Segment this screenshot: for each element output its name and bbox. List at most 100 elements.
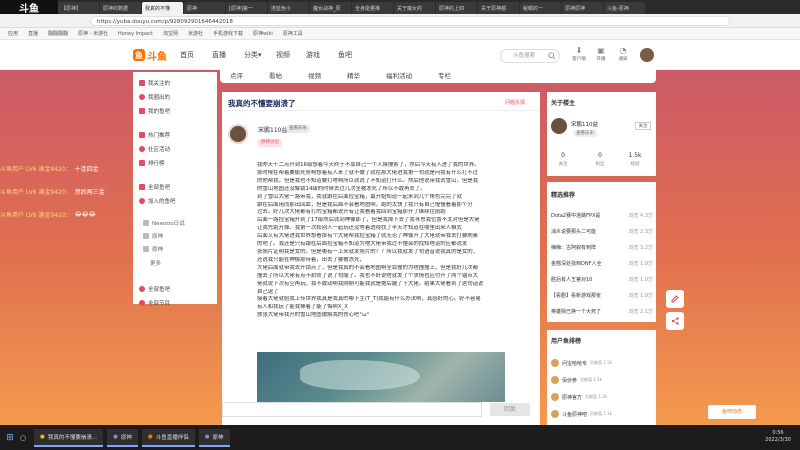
post-paragraph: 后面又有大佬进我世界想看那有个大佬帮我捡宝箱了就无论了神像开了大佬就带我去打要刷… [257,233,479,240]
user-rank-item[interactable]: 斗鱼原神吧 贡献值 1.1k [551,409,653,419]
search-taskbar-icon[interactable]: ○ [20,434,34,442]
share-button[interactable] [666,312,684,330]
danmu-comment: 斗鱼用户 LV6 满金9420： 😂😂😂 [0,210,96,219]
browser-tab[interactable]: 魔女战神_原 [310,2,351,14]
recommend-item[interactable]: 英雄除已换一个大死了 浏览 2.1万 [551,308,653,318]
site-header [0,40,800,70]
author-name[interactable]: 宋鹏110益 [258,125,287,134]
browser-tab[interactable]: [原神]第一 [226,2,267,14]
sidebar-item-joined[interactable]: 加入的鱼吧 [139,196,214,206]
bookmark-item[interactable]: 直播 [28,30,38,37]
bookmark-item[interactable]: 手机游戏下载 [213,30,243,37]
yuba-notice-button[interactable]: 鱼吧动态 [708,405,756,419]
browser-tab[interactable]: 我真的不懂 [142,2,183,14]
nav-category[interactable]: 分类▾ [244,48,262,62]
browser-tab[interactable]: 【原神】 [58,2,99,14]
browser-tab[interactable]: 关于原神都 [478,2,519,14]
taskbar-app[interactable]: ● 斗鱼直播伴侣 [141,428,195,447]
bookmark-item[interactable]: 应用 [8,30,18,37]
tab-column[interactable]: 专栏 [438,70,451,80]
site-logo[interactable]: 鱼斗鱼 [133,46,169,64]
nav-home[interactable]: 首页 [180,48,194,62]
bookmark-item[interactable]: 翻翻翻翻 [48,30,68,37]
user-avatar[interactable] [640,48,654,62]
moderator-avatar[interactable] [551,118,567,134]
user-rank-item[interactable]: 问宝哈哈专 贡献值 1.5k [551,358,653,368]
browser-tab[interactable]: 斗鱼-原神 [604,2,645,14]
tab-posts[interactable]: 看帖 [269,70,282,80]
recommend-item[interactable]: 胜后有人王第对10 浏览 1.0万 [551,276,653,286]
nav-live[interactable]: 直播 [212,48,226,62]
bookmark-item[interactable]: 原神wiki [253,30,273,37]
browser-tab[interactable]: 秘眼的一 [520,2,561,14]
bookmark-item[interactable]: 原神 - 米游社 [78,30,108,37]
system-clock[interactable]: 0:56 2022/3/30 [760,430,796,444]
browser-tab[interactable]: 关于魔女的 [394,2,435,14]
nav-game[interactable]: 游戏 [306,48,320,62]
browser-tab[interactable]: 原神原神 [562,2,603,14]
sidebar-item-programs[interactable]: 全部节目 [139,298,214,308]
list-icon [139,286,145,292]
client-download-button[interactable]: ⬇ 客户端 [568,46,590,66]
report-link[interactable]: 问题反馈 [505,99,525,106]
author-avatar[interactable] [228,124,248,144]
sidebar-item-hot[interactable]: 热门推荐 [139,130,214,140]
bookmark-item[interactable]: 淘宝网 [163,30,178,37]
browser-tab[interactable]: 原神 [184,2,225,14]
sidebar-subitem-newzoo[interactable]: Newzoo日试 [143,218,218,228]
search-icon[interactable] [548,52,556,60]
reply-button[interactable]: 回复 [490,403,530,416]
nav-video[interactable]: 视频 [276,48,290,62]
app-icon: ● [113,433,118,440]
dot-icon [143,220,149,226]
browser-tab[interactable]: 原神的数据 [100,2,141,14]
tab-welfare[interactable]: 福利活动 [386,70,412,80]
post-paragraph: 张照片证明我是女的。但是哪有一上来就发照片的？？所以我就发了句语音说我真的是女的… [257,248,479,255]
sidebar-item-ranking[interactable]: 排行榜 [139,158,214,168]
recommend-item[interactable]: Dota2赛中连跳FPX是 浏览 4.3万 [551,212,653,222]
taskbar-app[interactable]: ● 原神 [198,428,230,447]
browser-tab[interactable]: 全身能量推 [352,2,393,14]
recommend-item[interactable]: 金翘深处找到DNF人全 浏览 1.9万 [551,260,653,270]
url-field[interactable]: https://yuba.douyu.com/p/928092901646442… [90,16,730,26]
stat-following: 0 关注 [558,152,568,167]
user-rank-item[interactable]: 原神官方 贡献值 1.3k [551,392,653,402]
edit-post-button[interactable] [666,290,684,308]
recommend-item[interactable]: 消炎说要那头二可能 浏览 2.3万 [551,228,653,238]
windows-start-icon[interactable]: ⊞ [0,433,20,443]
tab-featured[interactable]: 精华 [347,70,360,80]
bookmark-item[interactable]: 原神工具 [283,30,303,37]
start-live-button[interactable]: ▣ 开播 [590,46,612,66]
browser-tab[interactable]: 原神的上四 [436,2,477,14]
recommend-item[interactable]: 嗨嗨：古阿叙有到阵 浏览 3.2万 [551,244,653,254]
taskbar-app[interactable]: ● 我真的不懂要崩溃... [34,428,104,447]
user-rank-item[interactable]: 佰伏参 贡献值 2.1k [551,375,653,385]
post-paragraph: 让我先跑开掉。我第一次和别人一起玩还没等着透视找了半天才知道在哪里出来人模式 [257,225,462,232]
danmu-comment: 斗鱼用户 LV6 满金9420： 十连四金 [0,165,99,173]
bookmark-item[interactable]: Honey Impact [118,31,153,37]
follow-button[interactable]: 关注 [635,122,651,130]
notification-button[interactable]: ◔ 通知 [612,46,634,66]
sidebar-subitem-genshin[interactable]: 原神 [143,231,218,241]
sidebar-more[interactable]: 更多 [150,258,225,268]
download-icon: ⬇ [575,46,583,55]
sidebar-item-circled[interactable]: 我圈出的 [139,92,214,102]
sidebar-item-all-yuba-2[interactable]: 全部鱼吧 [139,284,214,294]
tab-video[interactable]: 视频 [308,70,321,80]
sidebar-item-my-yuba[interactable]: 我的鱼吧 [139,106,214,116]
bookmark-item[interactable]: 米游社 [188,30,203,37]
comment-input[interactable] [222,402,482,417]
stat-fans: 0 粉丝 [595,152,605,167]
browser-tab[interactable]: 连蓝色小 [268,2,309,14]
douyu-logo-mini: 斗鱼 [0,0,58,15]
sidebar-subitem-genshin-2[interactable]: 原神 [143,244,218,254]
tab-review[interactable]: 点评 [230,70,243,80]
sidebar-item-events[interactable]: 社区活动 [139,144,214,154]
activity-icon [139,146,145,152]
taskbar-app[interactable]: ● 原神 [107,428,138,447]
sidebar-item-all-yuba[interactable]: 全部鱼吧 [139,182,214,192]
moderator-name[interactable]: 宋鹏110益 [571,120,598,128]
sidebar-item-followed[interactable]: 我关注的 [139,78,214,88]
nav-yuba[interactable]: 鱼吧 [338,48,352,62]
recommend-item[interactable]: 【看剧】看新游戏那雀 浏览 1.9万 [551,292,653,302]
